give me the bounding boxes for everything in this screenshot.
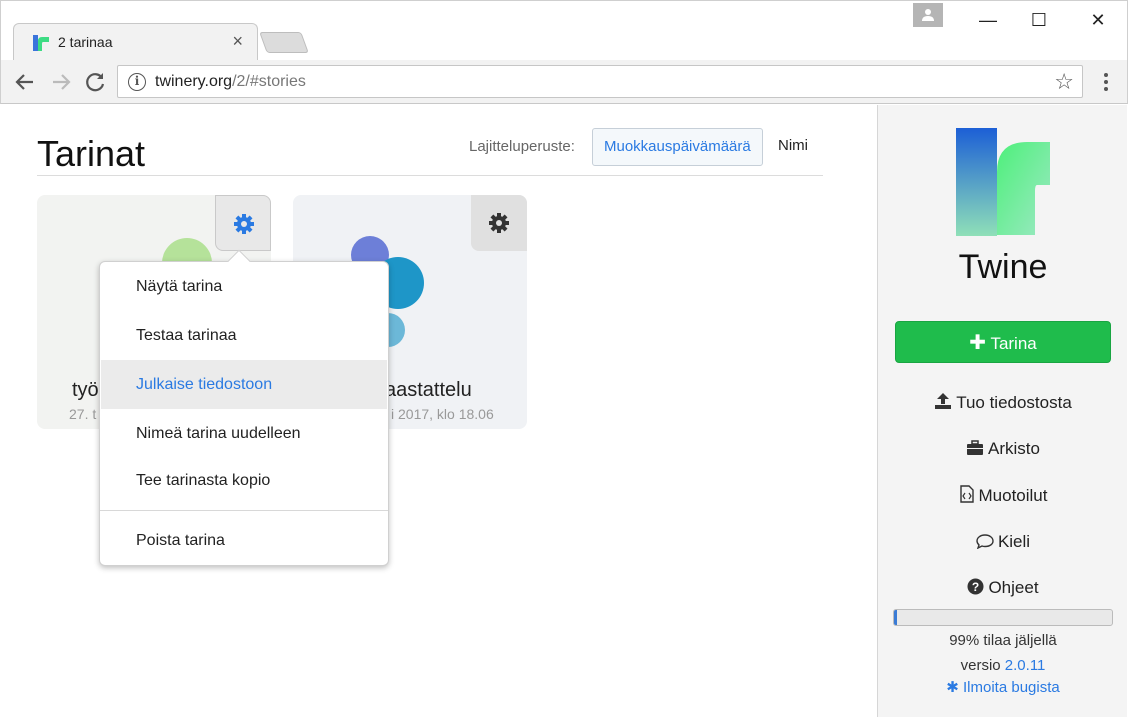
speech-bubble-icon (976, 534, 994, 549)
import-from-file-link[interactable]: Tuo tiedostosta (878, 392, 1128, 413)
back-arrow-icon[interactable] (11, 68, 39, 96)
sort-label: Lajitteluperuste: (469, 138, 575, 155)
sidebar: Twine ✚ Tarina Tuo tiedostosta Arkisto M… (877, 105, 1127, 717)
address-bar[interactable]: i twinery.org/2/#stories ☆ (117, 65, 1083, 98)
new-tab-button[interactable] (259, 32, 309, 53)
sort-by-date-button[interactable]: Muokkauspäivämäärä (592, 128, 763, 166)
gear-icon (489, 213, 509, 233)
divider (37, 175, 823, 176)
minimize-button[interactable]: — (973, 9, 1003, 31)
browser-menu-icon[interactable] (1098, 71, 1114, 93)
story-settings-button[interactable] (471, 195, 527, 251)
browser-tab[interactable]: 2 tarinaa × (13, 23, 258, 61)
language-link[interactable]: Kieli (878, 532, 1128, 552)
briefcase-icon (967, 440, 984, 455)
url-text: twinery.org/2/#stories (155, 73, 306, 90)
menu-item-test-story[interactable]: Testaa tarinaa (101, 311, 387, 360)
storage-progress-fill (894, 610, 898, 625)
bug-icon: ✱ (946, 679, 959, 696)
page-title: Tarinat (37, 133, 146, 174)
close-window-button[interactable]: ✕ (1083, 9, 1113, 31)
story-date: i 2017, klo 18.06 (391, 406, 494, 422)
svg-text:?: ? (972, 580, 979, 594)
bookmark-star-icon[interactable]: ☆ (1054, 69, 1074, 95)
menu-item-view-story[interactable]: Näytä tarina (101, 262, 387, 311)
storage-remaining-text: 99% tilaa jäljellä (949, 632, 1057, 649)
sort-by-name-button[interactable]: Nimi (767, 128, 819, 166)
story-name: aastattelu (385, 379, 472, 401)
plus-icon: ✚ (969, 332, 987, 354)
new-story-label: Tarina (990, 334, 1037, 353)
page-content: Tarinat Lajitteluperuste: Muokkauspäiväm… (1, 105, 1127, 717)
person-icon (922, 9, 934, 21)
tab-close-icon[interactable]: × (232, 31, 243, 52)
reload-icon[interactable] (81, 68, 109, 96)
code-file-icon (959, 485, 974, 503)
menu-item-delete-story[interactable]: Poista tarina (101, 516, 387, 565)
menu-item-rename-story[interactable]: Nimeä tarina uudelleen (101, 409, 387, 458)
story-settings-button[interactable] (215, 195, 271, 251)
archive-link[interactable]: Arkisto (878, 439, 1128, 459)
menu-item-duplicate-story[interactable]: Tee tarinasta kopio (101, 456, 387, 505)
new-story-button[interactable]: ✚ Tarina (895, 321, 1111, 363)
story-formats-link[interactable]: Muotoilut (878, 485, 1128, 506)
tab-title: 2 tarinaa (58, 34, 113, 50)
upload-icon (935, 393, 952, 409)
storage-progress-bar (893, 609, 1113, 626)
profile-button[interactable] (913, 3, 943, 27)
twine-favicon-icon (33, 35, 49, 51)
question-circle-icon: ? (967, 578, 984, 595)
menu-item-publish-to-file[interactable]: Julkaise tiedostoon (101, 360, 387, 409)
report-bug-link[interactable]: ✱ Ilmoita bugista (878, 678, 1128, 696)
menu-divider (100, 510, 388, 511)
maximize-button[interactable]: ☐ (1024, 9, 1054, 31)
browser-titlebar: 2 tarinaa × — ☐ ✕ (0, 0, 1128, 61)
browser-toolbar: i twinery.org/2/#stories ☆ (0, 60, 1128, 104)
twine-logo-icon (956, 128, 1050, 236)
version-link[interactable]: 2.0.11 (1005, 657, 1046, 674)
app-name: Twine (958, 248, 1048, 286)
story-date: 27. t (69, 406, 97, 422)
forward-arrow-icon[interactable] (47, 68, 75, 96)
help-link[interactable]: ? Ohjeet (878, 578, 1128, 598)
version-info: versio 2.0.11 (960, 657, 1046, 674)
story-name: työ (72, 379, 99, 401)
story-actions-menu: Näytä tarina Testaa tarinaa Julkaise tie… (99, 249, 389, 566)
info-icon[interactable]: i (128, 73, 146, 91)
gear-icon (234, 214, 254, 234)
